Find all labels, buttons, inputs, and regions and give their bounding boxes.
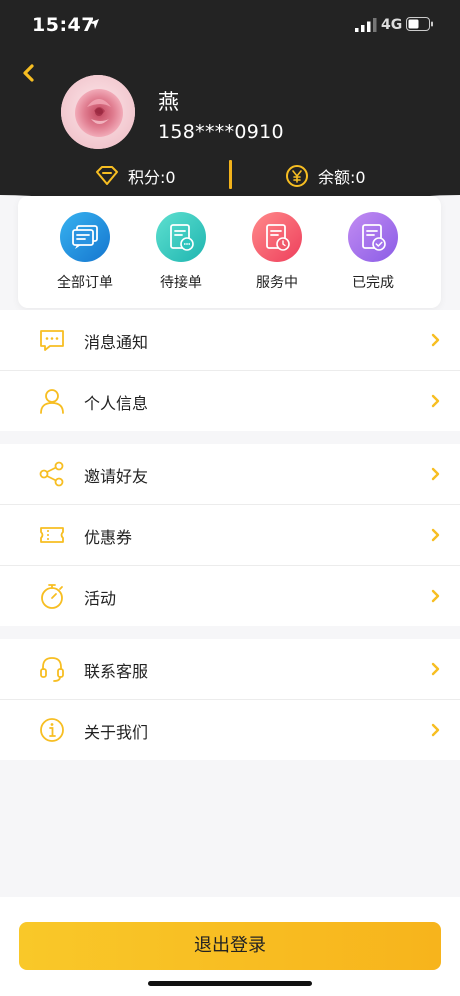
menu-group-1: 消息通知 个人信息 [0,310,460,431]
points-label: 积分:0 [128,168,176,187]
menu-item-label: 邀请好友 [84,467,149,486]
signal-icon [355,18,377,32]
battery-icon [406,17,433,31]
user-phone: 158****0910 [158,121,284,143]
headset-icon [40,657,64,682]
in-service-button[interactable]: 服务中 [237,212,317,292]
menu-item-label: 消息通知 [84,333,149,352]
home-indicator [148,981,312,986]
in-service-label: 服务中 [256,275,298,291]
chevron-right-icon [431,589,440,603]
back-chevron-icon[interactable] [20,62,38,84]
menu-item-messages[interactable]: 消息通知 [0,310,460,371]
chevron-right-icon [431,394,440,408]
completed-icon [348,212,398,262]
stopwatch-icon [41,584,63,609]
menu-item-about-us[interactable]: 关于我们 [0,700,460,760]
completed-orders-button[interactable]: 已完成 [333,212,413,292]
status-bar: 15:47 4G [0,0,460,50]
balance-stat[interactable]: 余额:0 [284,162,366,190]
menu-item-activities[interactable]: 活动 [0,566,460,626]
chevron-right-icon [431,723,440,737]
coupon-icon [40,527,64,543]
pending-orders-button[interactable]: 待接单 [141,212,221,292]
menu-item-customer-service[interactable]: 联系客服 [0,639,460,700]
all-orders-button[interactable]: 全部订单 [45,212,125,292]
diamond-icon [96,166,118,185]
menu-item-label: 个人信息 [84,394,149,413]
pending-order-icon [156,212,206,262]
pending-orders-label: 待接单 [160,275,202,291]
location-arrow-icon [89,19,99,29]
logout-button[interactable]: 退出登录 [19,922,441,970]
orders-list-icon [60,212,110,262]
menu-group-2: 邀请好友 优惠券 活动 [0,444,460,626]
points-stat[interactable]: 积分:0 [94,162,176,190]
completed-orders-label: 已完成 [352,275,394,291]
menu-item-invite-friends[interactable]: 邀请好友 [0,444,460,505]
chevron-right-icon [431,467,440,481]
menu-group-3: 联系客服 关于我们 [0,639,460,760]
user-icon [40,389,64,414]
user-name: 燕 [158,90,179,114]
menu-item-label: 联系客服 [84,662,149,681]
info-icon [40,718,64,742]
menu-item-coupons[interactable]: 优惠券 [0,505,460,566]
menu-item-label: 活动 [84,589,117,608]
share-icon [39,461,64,487]
avatar[interactable] [61,75,135,149]
yen-coin-icon [286,165,308,187]
in-service-icon [252,212,302,262]
all-orders-label: 全部订单 [57,275,113,291]
balance-label: 余额:0 [318,168,366,187]
chevron-right-icon [431,528,440,542]
rose-avatar-image [61,75,135,149]
status-time: 15:47 [32,14,95,36]
chevron-right-icon [431,662,440,676]
orders-card: 全部订单 待接单 服务中 已完成 [18,196,441,308]
chevron-right-icon [431,333,440,347]
message-icon [40,330,64,351]
network-type: 4G [381,17,403,33]
menu-item-profile-info[interactable]: 个人信息 [0,371,460,431]
menu-item-label: 关于我们 [84,723,149,742]
stats-divider [229,160,232,189]
menu-item-label: 优惠券 [84,528,133,547]
